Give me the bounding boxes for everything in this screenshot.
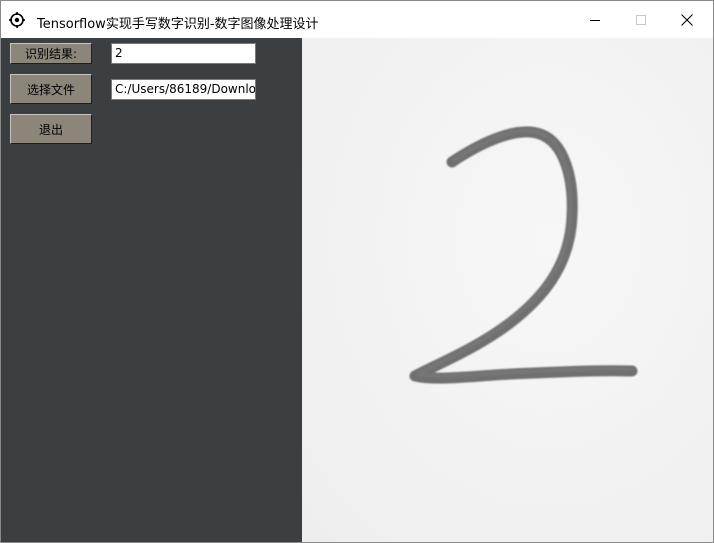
title-bar[interactable]: Tensorflow实现手写数字识别-数字图像处理设计 <box>1 1 713 38</box>
close-icon <box>681 13 693 26</box>
close-button[interactable] <box>664 1 710 38</box>
window-title: Tensorflow实现手写数字识别-数字图像处理设计 <box>37 17 319 32</box>
result-label: 识别结果: <box>10 43 92 64</box>
crosshair-icon <box>9 12 25 28</box>
file-path-field[interactable]: C:/Users/86189/Downloa <box>111 79 256 100</box>
select-file-button[interactable]: 选择文件 <box>10 74 92 104</box>
minimize-button[interactable] <box>572 1 618 38</box>
exit-button[interactable]: 退出 <box>10 114 92 144</box>
maximize-icon <box>636 14 646 25</box>
result-field[interactable]: 2 <box>111 43 256 64</box>
app-window: Tensorflow实现手写数字识别-数字图像处理设计 识别结果: 2 选择文件… <box>0 0 714 543</box>
minimize-icon <box>590 19 600 21</box>
handwritten-digit-image <box>409 126 638 384</box>
image-display <box>302 38 713 542</box>
maximize-button[interactable] <box>618 1 664 38</box>
control-panel: 识别结果: 2 选择文件 C:/Users/86189/Downloa 退出 <box>1 38 302 542</box>
